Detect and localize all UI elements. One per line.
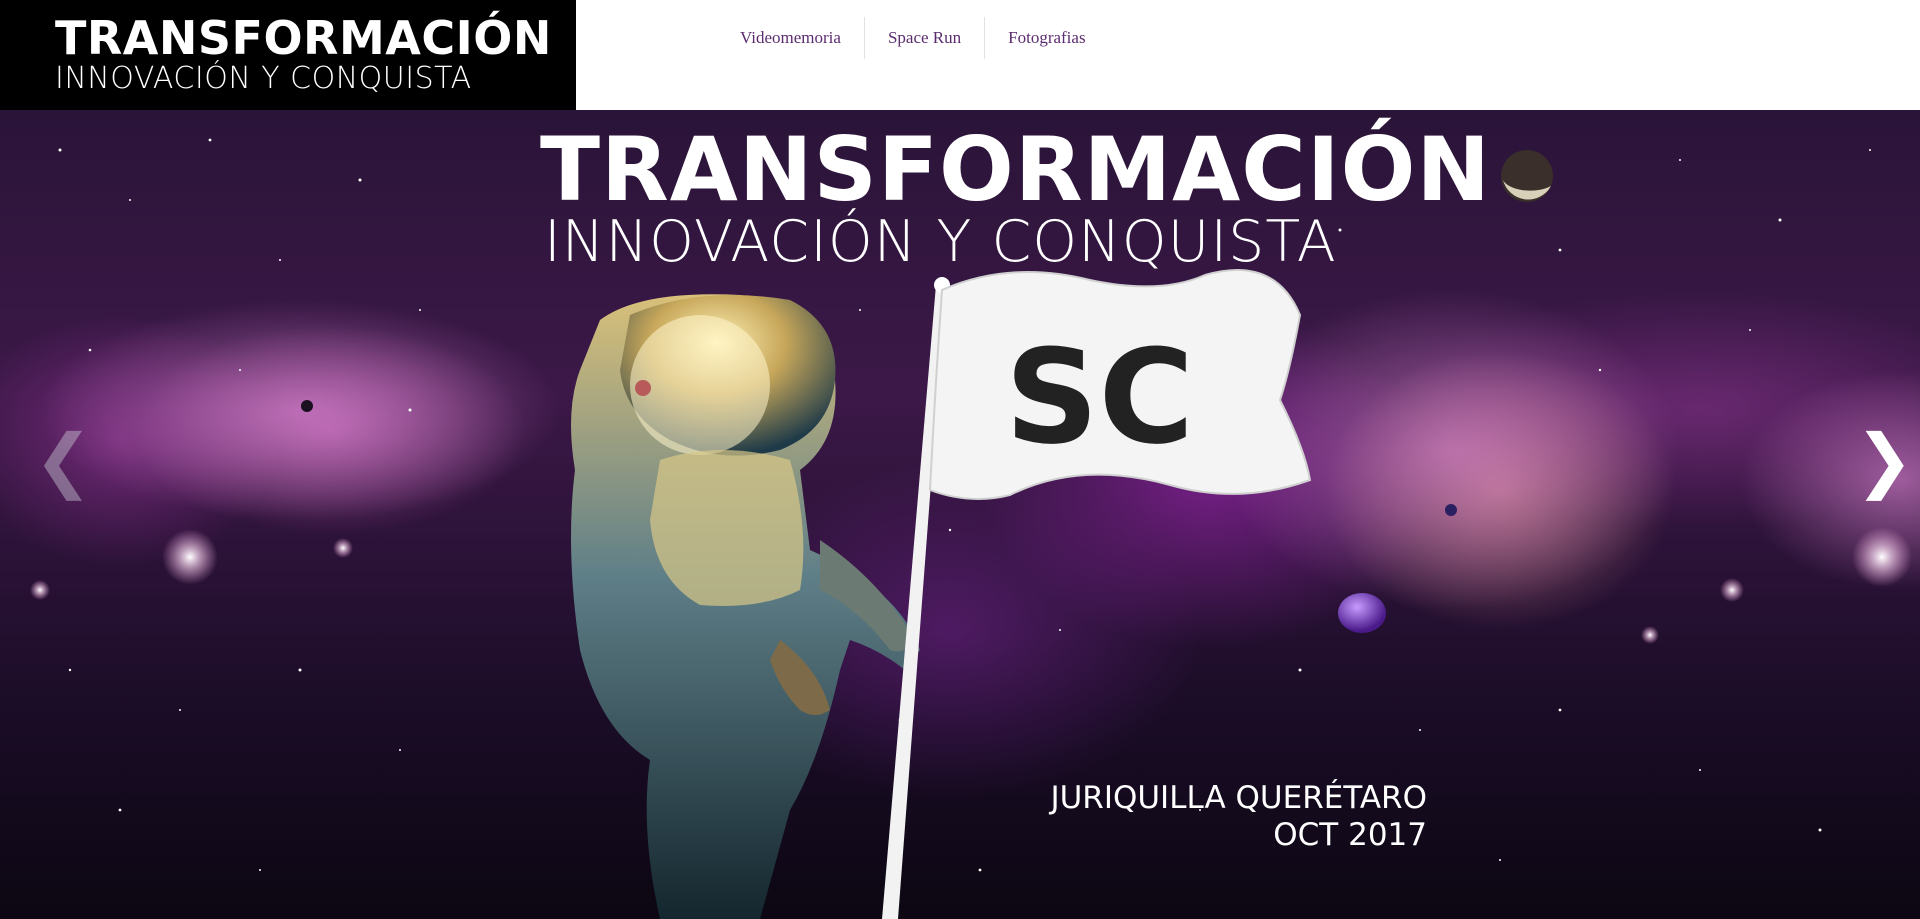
hero-subtitle: INNOVACIÓN Y CONQUISTA xyxy=(544,209,1337,275)
nav-space-run[interactable]: Space Run xyxy=(865,17,984,59)
hero-date: OCT 2017 xyxy=(1273,817,1427,853)
nav-videomemoria[interactable]: Videomemoria xyxy=(717,17,864,59)
flag-text: SC xyxy=(1005,321,1194,473)
logo-subtitle: INNOVACIÓN Y CONQUISTA xyxy=(55,61,472,96)
hero-event-info: JURIQUILLA QUERÉTARO OCT 2017 xyxy=(1000,780,1427,854)
logo-title: TRANSFORMACIÓN xyxy=(55,11,552,65)
hero-title: TRANSFORMACIÓN xyxy=(540,118,1492,221)
hero-carousel: SC TRANSFORMACIÓN INNOVACIÓN Y CONQUISTA… xyxy=(0,110,1920,919)
carousel-next-icon[interactable]: ❯ xyxy=(1855,420,1914,500)
hero-location: JURIQUILLA QUERÉTARO xyxy=(1050,780,1427,816)
carousel-prev-icon[interactable]: ❮ xyxy=(34,420,93,500)
nav-fotografias[interactable]: Fotografias xyxy=(985,17,1108,59)
main-nav: Videomemoria Space Run Fotografias xyxy=(717,17,1109,59)
site-header: TRANSFORMACIÓN INNOVACIÓN Y CONQUISTA Vi… xyxy=(0,0,1920,110)
site-logo[interactable]: TRANSFORMACIÓN INNOVACIÓN Y CONQUISTA xyxy=(0,0,576,110)
